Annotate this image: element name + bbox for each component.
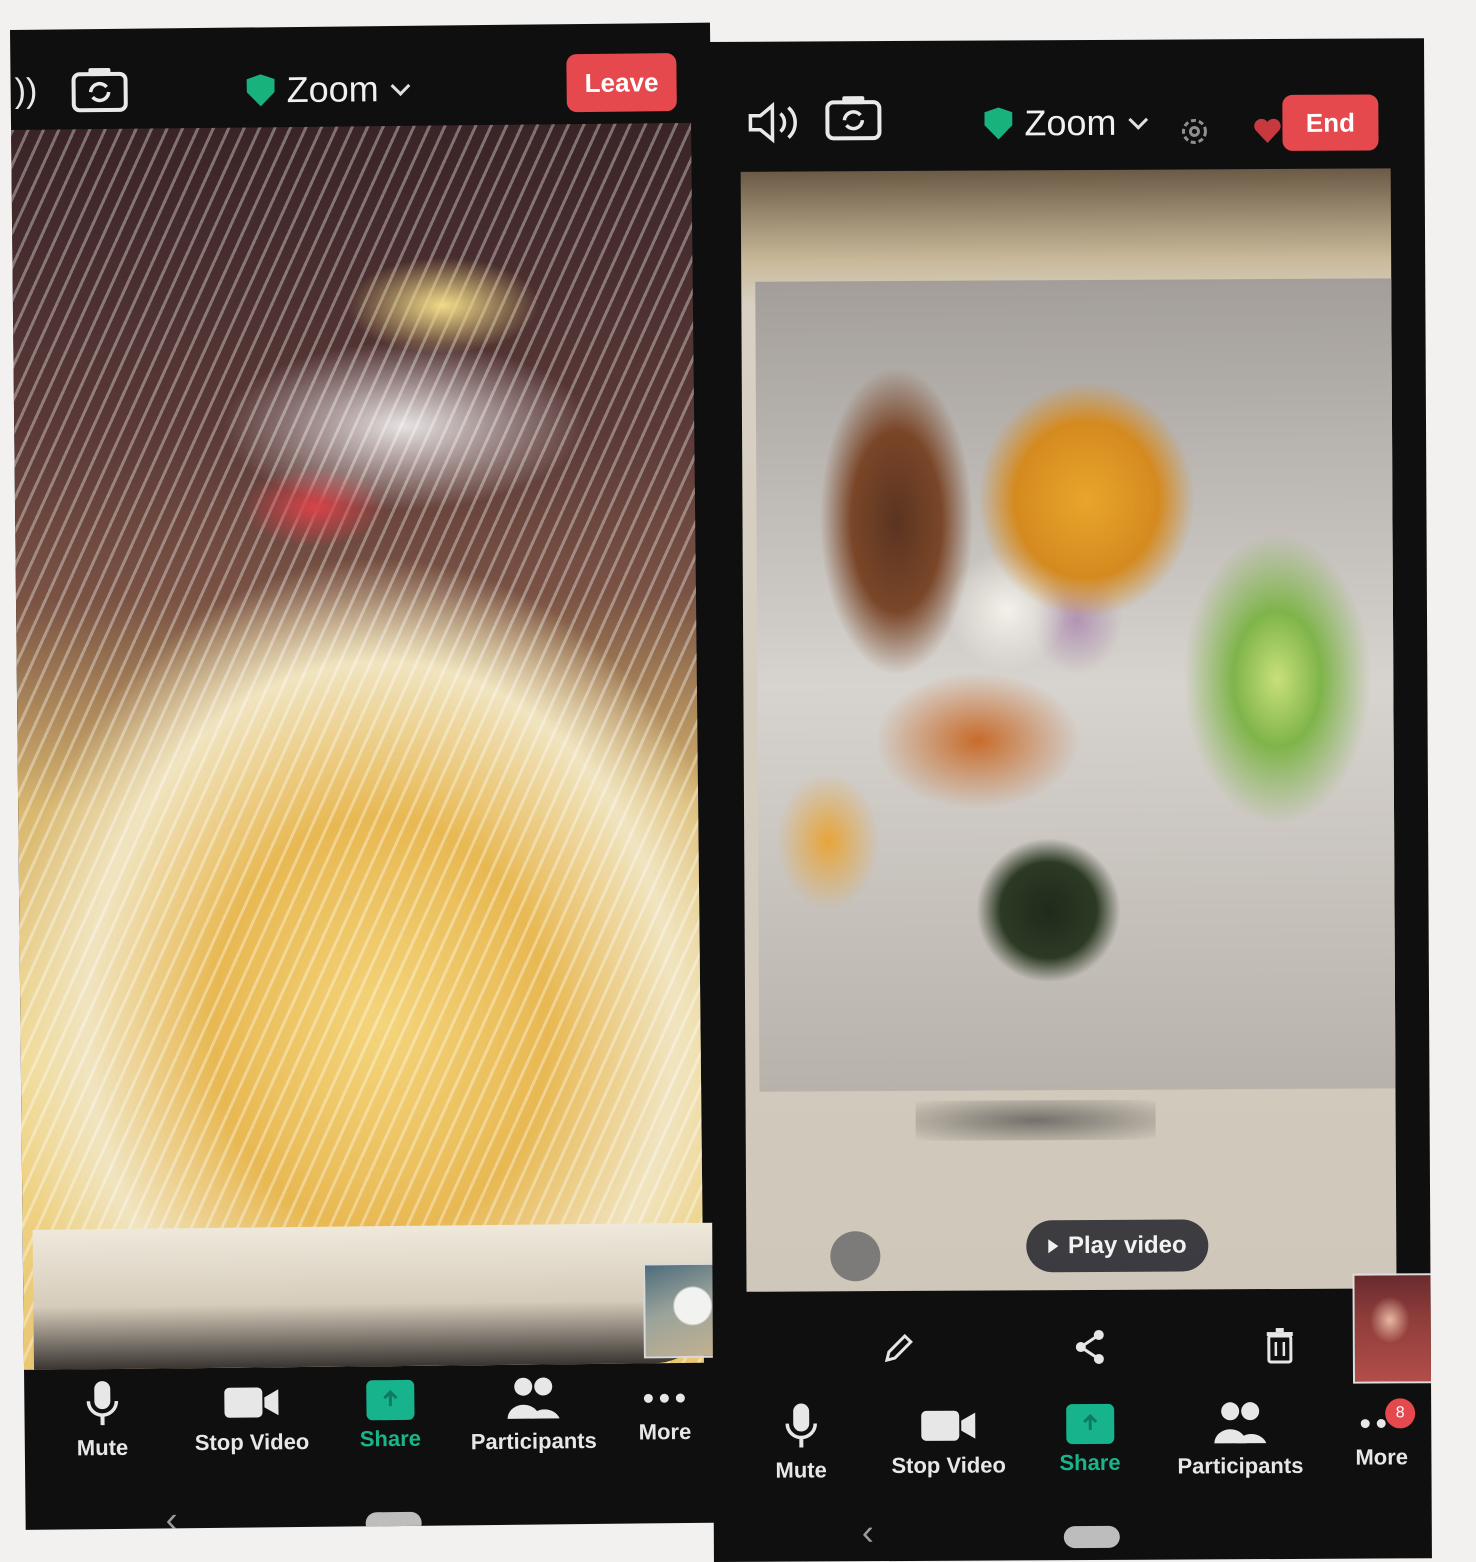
back-nav-icon[interactable]: ‹ — [862, 1511, 874, 1553]
play-video-button[interactable]: Play video — [1026, 1219, 1209, 1273]
meeting-title-dropdown[interactable]: Zoom — [246, 68, 411, 112]
microphone-icon — [785, 1403, 817, 1448]
stop-video-button[interactable]: Stop Video — [891, 1404, 1006, 1479]
mute-label: Mute — [76, 1434, 129, 1461]
back-nav-icon[interactable]: ‹ — [165, 1498, 177, 1530]
more-dots-icon — [644, 1393, 686, 1403]
play-video-label: Play video — [1067, 1231, 1187, 1260]
annotation-toggle-dot[interactable] — [830, 1231, 881, 1282]
meeting-title-dropdown[interactable]: Zoom — [984, 101, 1149, 145]
participants-label: Participants — [470, 1427, 597, 1455]
play-icon — [1047, 1239, 1058, 1254]
speaker-icon[interactable] — [746, 99, 804, 150]
share-label: Share — [1059, 1449, 1121, 1476]
video-camera-icon — [224, 1387, 279, 1418]
left-meeting-toolbar: Mute Stop Video Share Participants More — [24, 1373, 725, 1500]
camera-switch-icon[interactable] — [70, 65, 129, 119]
left-phone-screen: )) Zoom Leave Mute Stop Video Share Part… — [10, 22, 726, 1530]
right-meeting-topbar: Zoom End — [706, 86, 1424, 180]
screenshot-page: )) Zoom Leave Mute Stop Video Share Part… — [0, 0, 1476, 1562]
chevron-down-icon — [390, 76, 411, 96]
participants-icon — [1214, 1402, 1267, 1444]
home-nav-pill[interactable] — [1063, 1525, 1120, 1549]
home-nav-pill[interactable] — [365, 1511, 422, 1530]
participants-button[interactable]: Participants — [470, 1374, 597, 1455]
share-button[interactable]: Share — [1059, 1403, 1121, 1476]
left-meeting-topbar: )) Zoom Leave — [10, 53, 711, 150]
shared-screen-content: Play video — [740, 168, 1397, 1292]
share-label: Share — [359, 1425, 422, 1452]
mute-label: Mute — [775, 1457, 827, 1483]
left-android-navbar: ‹ — [25, 1493, 725, 1530]
gear-icon[interactable] — [1178, 115, 1210, 152]
share-nodes-icon[interactable] — [1073, 1329, 1107, 1370]
pencil-icon[interactable] — [881, 1332, 915, 1371]
share-screen-icon — [1065, 1403, 1114, 1445]
share-button[interactable]: Share — [359, 1379, 422, 1453]
plate-edge — [32, 1222, 714, 1370]
participants-icon — [507, 1377, 560, 1419]
mute-button[interactable]: Mute — [76, 1379, 128, 1462]
more-label: More — [638, 1418, 692, 1445]
camera-switch-icon[interactable] — [824, 93, 882, 146]
mute-button[interactable]: Mute — [775, 1401, 827, 1483]
right-phone-screen: Zoom End Play video Mute Stop Video Shar… — [706, 38, 1432, 1562]
status-bar — [706, 44, 1424, 74]
shield-icon — [984, 107, 1012, 139]
leave-button[interactable]: Leave — [566, 53, 677, 113]
chevron-down-icon — [1128, 110, 1149, 130]
right-android-navbar: ‹ — [714, 1508, 1432, 1562]
plate-shadow — [915, 1099, 1156, 1141]
stop-video-label: Stop Video — [891, 1452, 1007, 1479]
heart-reaction-icon[interactable] — [1252, 117, 1282, 150]
speaker-icon[interactable]: )) — [14, 72, 37, 111]
more-label: More — [1355, 1444, 1409, 1470]
trash-icon[interactable] — [1265, 1327, 1295, 1369]
participants-label: Participants — [1177, 1452, 1304, 1479]
meeting-title: Zoom — [1024, 101, 1117, 144]
participants-button[interactable]: Participants — [1177, 1399, 1303, 1480]
stop-video-label: Stop Video — [194, 1428, 310, 1456]
microphone-icon — [86, 1381, 118, 1426]
more-notification-badge: 8 — [1385, 1398, 1416, 1429]
shield-icon — [246, 74, 274, 106]
right-meeting-toolbar: Mute Stop Video Share Participants More … — [713, 1398, 1432, 1522]
video-camera-icon — [921, 1410, 976, 1441]
meeting-title: Zoom — [286, 68, 379, 111]
end-button[interactable]: End — [1282, 94, 1379, 151]
share-screen-icon — [365, 1379, 415, 1421]
shared-video-rice-dish — [11, 122, 704, 1370]
shared-food-platter-image — [755, 278, 1396, 1092]
more-button[interactable]: More — [638, 1383, 691, 1446]
stop-video-button[interactable]: Stop Video — [194, 1381, 309, 1456]
annotation-tools — [713, 1323, 1431, 1377]
